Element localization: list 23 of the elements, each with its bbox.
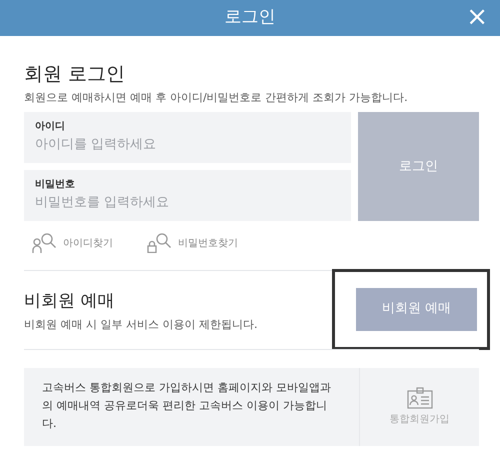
- guest-booking-button[interactable]: 비회원 예매: [356, 288, 477, 330]
- text-input[interactable]: 아이디를 입력하세요: [35, 135, 340, 155]
- field-label: 비밀번호: [35, 179, 76, 191]
- find-person-icon: [32, 233, 58, 253]
- section-title: 비회원 예매: [24, 290, 116, 313]
- section-description: 비회원 예매 시 일부 서비스 이용이 제한됩니다.: [24, 317, 258, 333]
- find-lock-icon: [147, 233, 173, 253]
- field-label: 아이디: [35, 121, 66, 133]
- signup-description: 고속버스 통합회원으로 가입하시면 홈페이지와 모바일앱과의 예매내역 공유로더욱 편리한 고속버스 이용이 가능합니다.: [41, 380, 332, 432]
- signup-button[interactable]: 통합회원가입: [359, 368, 479, 446]
- section-title: 회원 로그인: [24, 62, 126, 87]
- window-title: 로그인: [224, 6, 276, 30]
- input-field[interactable]: 아이디 아이디를 입력하세요: [24, 112, 351, 163]
- text-input[interactable]: 비밀번호를 입력하세요: [35, 193, 340, 213]
- input-field[interactable]: 비밀번호 비밀번호를 입력하세요: [24, 170, 351, 221]
- login-button[interactable]: 로그인: [358, 112, 479, 221]
- find-link[interactable]: 아이디찾기: [32, 233, 113, 253]
- find-link-label: 비밀번호찾기: [178, 236, 238, 250]
- id-card-icon: [406, 387, 432, 409]
- find-link-label: 아이디찾기: [63, 236, 113, 250]
- find-link[interactable]: 비밀번호찾기: [147, 233, 238, 253]
- section-description: 회원으로 예매하시면 예매 후 아이디/비밀번호로 간편하게 조회가 가능합니다.: [24, 90, 409, 106]
- close-button[interactable]: ×: [462, 3, 492, 31]
